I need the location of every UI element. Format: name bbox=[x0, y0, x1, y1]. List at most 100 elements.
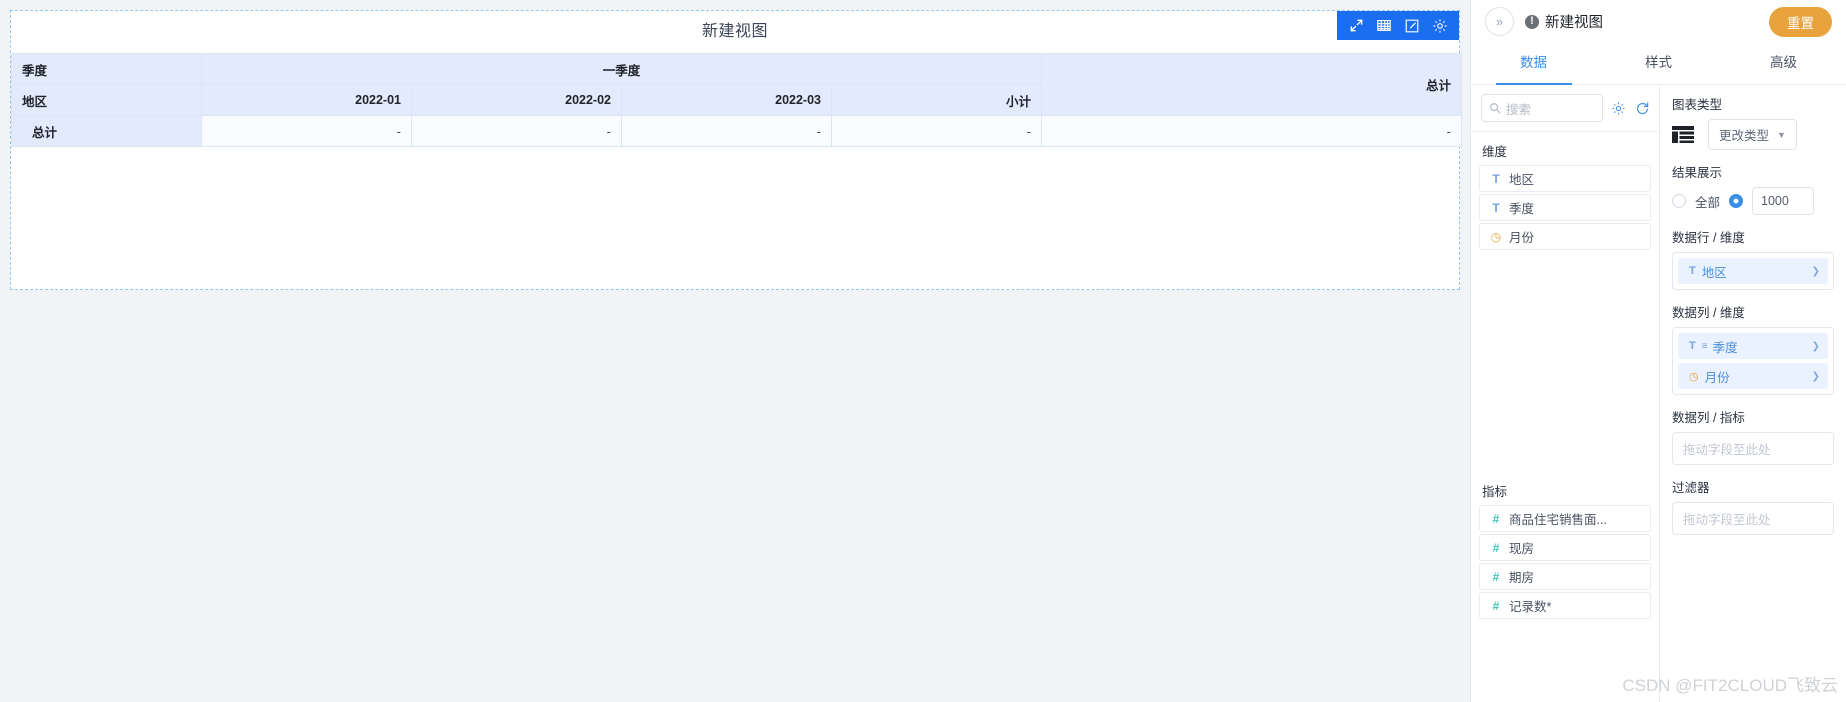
view-toolbar bbox=[1337, 11, 1459, 40]
pivot-table-icon bbox=[1672, 126, 1694, 143]
canvas-area: 新建视图 季度 一季度 总计 地区 2022-01 2022-02 2022-0… bbox=[0, 0, 1470, 702]
col-metric-dropzone[interactable]: 拖动字段至此处 bbox=[1672, 432, 1834, 465]
result-display-section: 结果展示 全部 bbox=[1672, 162, 1834, 215]
chevron-double-right-icon[interactable]: » bbox=[1485, 7, 1514, 36]
tab-advanced[interactable]: 高级 bbox=[1721, 43, 1846, 84]
result-display-label: 结果展示 bbox=[1672, 166, 1723, 180]
number-type-icon: # bbox=[1492, 569, 1500, 584]
pivot-header-row-1: 季度 一季度 总计 bbox=[11, 53, 1463, 116]
list-item[interactable]: ◷ 月份 bbox=[1479, 223, 1651, 250]
search-icon bbox=[1490, 103, 1501, 114]
tab-style[interactable]: 样式 bbox=[1596, 43, 1721, 84]
view-title-bar: 新建视图 bbox=[11, 11, 1459, 53]
chip-label: 月份 bbox=[1704, 370, 1730, 385]
page-title: 新建视图 bbox=[1545, 15, 1603, 31]
edit-icon[interactable] bbox=[1399, 11, 1425, 40]
pivot-corner-top: 季度 bbox=[11, 53, 202, 85]
chevron-down-icon: ▼ bbox=[1777, 129, 1786, 140]
result-limit-input[interactable] bbox=[1752, 187, 1815, 215]
col-dimension-dropzone[interactable]: T ≡ 季度 ❯ ◷ 月份 ❯ bbox=[1672, 327, 1834, 395]
field-label: 月份 bbox=[1509, 231, 1535, 245]
col-dimension-label: 数据列 / 维度 bbox=[1672, 306, 1745, 320]
search-placeholder: 搜索 bbox=[1506, 102, 1532, 117]
radio-all-label: 全部 bbox=[1695, 195, 1721, 210]
number-type-icon: # bbox=[1492, 540, 1500, 555]
metric-group-label: 指标 bbox=[1482, 485, 1508, 499]
pivot-group-header: 一季度 bbox=[200, 53, 1043, 85]
list-item[interactable]: T 地区 bbox=[1479, 165, 1651, 192]
info-icon: ! bbox=[1525, 14, 1539, 29]
chevron-down-icon[interactable]: ❯ bbox=[1812, 371, 1820, 382]
dimension-block: 维度 T 地区 T 季度 ◷ 月份 bbox=[1471, 132, 1659, 252]
text-type-icon: T bbox=[1689, 265, 1696, 277]
field-label: 记录数* bbox=[1509, 600, 1552, 614]
refresh-icon[interactable] bbox=[1634, 100, 1651, 117]
panel-tabs: 数据 样式 高级 bbox=[1471, 43, 1846, 85]
config-column: 图表类型 更改类型 ▼ 结果展示 全部 1000 数据行 / 维度 T 地区 ❯… bbox=[1660, 85, 1846, 702]
field-label: 现房 bbox=[1509, 542, 1535, 556]
clock-icon: ◷ bbox=[1689, 370, 1699, 383]
pivot-col-header: 2022-03 bbox=[621, 84, 832, 116]
list-item[interactable]: # 记录数* bbox=[1479, 592, 1651, 619]
reset-button[interactable]: 重置 bbox=[1769, 6, 1832, 37]
text-type-icon: T bbox=[1689, 340, 1696, 352]
chevron-down-icon[interactable]: ❯ bbox=[1812, 266, 1820, 277]
table-icon[interactable] bbox=[1371, 11, 1397, 40]
field-chip[interactable]: T 地区 ❯ bbox=[1678, 258, 1828, 284]
metric-block: 指标 # 商品住宅销售面... # 现房 # 期房 # 记录数* bbox=[1471, 472, 1659, 621]
pivot-col-header: 2022-02 bbox=[411, 84, 622, 116]
change-chart-type-label: 更改类型 bbox=[1719, 129, 1770, 143]
chart-type-section: 图表类型 更改类型 ▼ bbox=[1672, 94, 1834, 150]
panel-header: » ! 新建视图 重置 bbox=[1471, 0, 1846, 43]
field-chip[interactable]: T ≡ 季度 ❯ bbox=[1678, 333, 1828, 359]
radio-all[interactable] bbox=[1672, 194, 1686, 208]
metric-list: # 商品住宅销售面... # 现房 # 期房 # 记录数* bbox=[1471, 505, 1659, 619]
chevron-down-icon[interactable]: ❯ bbox=[1812, 341, 1820, 352]
text-type-icon: T bbox=[1492, 171, 1500, 186]
expand-icon[interactable] bbox=[1343, 11, 1369, 40]
field-label: 地区 bbox=[1509, 173, 1535, 187]
pivot-col-header: 2022-01 bbox=[201, 84, 412, 116]
list-item[interactable]: T 季度 bbox=[1479, 194, 1651, 221]
number-type-icon: # bbox=[1492, 511, 1500, 526]
chart-type-label: 图表类型 bbox=[1672, 98, 1723, 112]
filter-placeholder: 拖动字段至此处 bbox=[1683, 513, 1771, 527]
pivot-col-header: 小计 bbox=[830, 84, 1043, 116]
tab-data[interactable]: 数据 bbox=[1471, 43, 1596, 84]
pivot-cell: - bbox=[830, 115, 1043, 147]
col-metric-section: 数据列 / 指标 拖动字段至此处 bbox=[1672, 407, 1834, 465]
list-item[interactable]: # 期房 bbox=[1479, 563, 1651, 590]
gear-icon[interactable] bbox=[1610, 100, 1627, 117]
change-chart-type-button[interactable]: 更改类型 ▼ bbox=[1708, 119, 1797, 150]
radio-limit[interactable] bbox=[1729, 194, 1744, 208]
pivot-cell: - bbox=[621, 115, 832, 147]
filter-section: 过滤器 拖动字段至此处 bbox=[1672, 477, 1834, 535]
pivot-cell: - bbox=[1041, 115, 1463, 147]
search-input[interactable]: 搜索 bbox=[1481, 94, 1603, 122]
field-list-column: 搜索 维度 T 地区 T 季度 ◷ 月份 指标 # 商品住宅销售面... # 现… bbox=[1471, 85, 1660, 702]
sort-ascending-icon: ≡ bbox=[1701, 340, 1708, 352]
clock-icon: ◷ bbox=[1490, 229, 1502, 244]
col-metric-placeholder: 拖动字段至此处 bbox=[1683, 443, 1771, 457]
view-title: 新建视图 bbox=[701, 23, 768, 40]
chip-label: 地区 bbox=[1701, 265, 1727, 280]
field-label: 商品住宅销售面... bbox=[1509, 513, 1607, 527]
filter-label: 过滤器 bbox=[1672, 481, 1710, 495]
search-row: 搜索 bbox=[1471, 85, 1659, 132]
list-item[interactable]: # 商品住宅销售面... bbox=[1479, 505, 1651, 532]
chip-label: 季度 bbox=[1712, 340, 1738, 355]
pivot-corner-bottom: 地区 bbox=[11, 84, 202, 116]
row-dimension-dropzone[interactable]: T 地区 ❯ bbox=[1672, 252, 1834, 290]
row-dimension-section: 数据行 / 维度 T 地区 ❯ bbox=[1672, 227, 1834, 290]
field-chip[interactable]: ◷ 月份 ❯ bbox=[1678, 363, 1828, 389]
col-dimension-section: 数据列 / 维度 T ≡ 季度 ❯ ◷ 月份 ❯ bbox=[1672, 302, 1834, 395]
panel-body: 搜索 维度 T 地区 T 季度 ◷ 月份 指标 # 商品住宅销售面... # 现… bbox=[1471, 85, 1846, 702]
number-type-icon: # bbox=[1492, 598, 1500, 613]
view-card: 新建视图 季度 一季度 总计 地区 2022-01 2022-02 2022-0… bbox=[10, 10, 1463, 290]
list-item[interactable]: # 现房 bbox=[1479, 534, 1651, 561]
gear-icon[interactable] bbox=[1427, 11, 1453, 40]
dimension-group-label: 维度 bbox=[1482, 145, 1508, 159]
pivot-row-label: 总计 bbox=[11, 115, 202, 147]
col-metric-label: 数据列 / 指标 bbox=[1672, 411, 1745, 425]
filter-dropzone[interactable]: 拖动字段至此处 bbox=[1672, 502, 1834, 535]
